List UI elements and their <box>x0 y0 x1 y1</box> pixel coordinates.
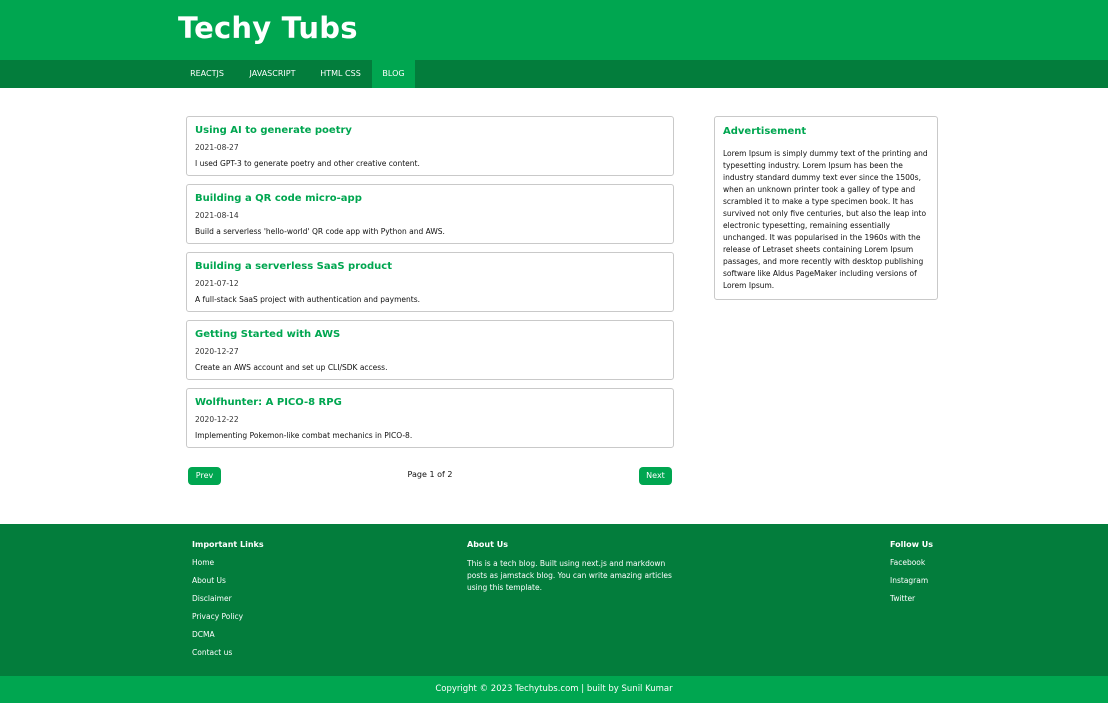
post-title[interactable]: Wolfhunter: A PICO-8 RPG <box>195 397 342 408</box>
footer-about-text: This is a tech blog. Built using next.js… <box>467 559 672 592</box>
footer-link-dcma[interactable]: DCMA <box>192 630 264 648</box>
nav-item-javascript[interactable]: JAVASCRIPT <box>236 60 309 88</box>
post-description: Create an AWS account and set up CLI/SDK… <box>195 363 388 372</box>
main-navbar: REACTJS JAVASCRIPT HTML CSS BLOG <box>0 60 1108 88</box>
post-title[interactable]: Getting Started with AWS <box>195 329 340 340</box>
footer-link-disclaimer[interactable]: Disclaimer <box>192 594 264 612</box>
post-description: Implementing Pokemon-like combat mechani… <box>195 431 413 440</box>
advertisement-text: Lorem Ipsum is simply dummy text of the … <box>723 149 928 290</box>
site-title[interactable]: Techy Tubs <box>178 9 358 47</box>
footer-link-home[interactable]: Home <box>192 558 264 576</box>
post-title[interactable]: Building a serverless SaaS product <box>195 261 392 272</box>
post-date: 2020-12-22 <box>195 415 239 424</box>
post-card[interactable]: Building a serverless SaaS product 2021-… <box>186 252 674 312</box>
post-card[interactable]: Wolfhunter: A PICO-8 RPG 2020-12-22 Impl… <box>186 388 674 448</box>
next-page-button[interactable]: Next <box>639 467 672 485</box>
footer-important-links: Important Links Home About Us Disclaimer… <box>192 540 264 666</box>
footer-link-twitter[interactable]: Twitter <box>890 594 933 612</box>
footer-about-heading: About Us <box>467 540 508 549</box>
nav-item-html-css[interactable]: HTML CSS <box>309 60 372 88</box>
footer-link-privacy-policy[interactable]: Privacy Policy <box>192 612 264 630</box>
footer-links-heading: Important Links <box>192 540 264 549</box>
page-indicator: Page 1 of 2 <box>407 470 453 479</box>
post-card[interactable]: Using AI to generate poetry 2021-08-27 I… <box>186 116 674 176</box>
prev-page-button[interactable]: Prev <box>188 467 221 485</box>
footer-follow-heading: Follow Us <box>890 540 934 549</box>
post-title[interactable]: Building a QR code micro-app <box>195 193 362 204</box>
site-header: Techy Tubs <box>0 0 1108 60</box>
nav-item-blog[interactable]: BLOG <box>372 60 415 88</box>
footer-link-facebook[interactable]: Facebook <box>890 558 933 576</box>
advertisement-title: Advertisement <box>723 126 807 137</box>
footer-link-about-us[interactable]: About Us <box>192 576 264 594</box>
post-card[interactable]: Getting Started with AWS 2020-12-27 Crea… <box>186 320 674 380</box>
post-description: Build a serverless 'hello-world' QR code… <box>195 227 445 236</box>
post-title[interactable]: Using AI to generate poetry <box>195 125 352 136</box>
post-date: 2021-08-14 <box>195 211 239 220</box>
post-date: 2021-08-27 <box>195 143 239 152</box>
footer-about: About Us This is a tech blog. Built usin… <box>467 540 679 594</box>
nav-item-reactjs[interactable]: REACTJS <box>178 60 236 88</box>
post-description: A full-stack SaaS project with authentic… <box>195 295 420 304</box>
post-date: 2021-07-12 <box>195 279 239 288</box>
copyright-bar: Copyright © 2023 Techytubs.com | built b… <box>0 676 1108 703</box>
footer-link-instagram[interactable]: Instagram <box>890 576 933 594</box>
footer-follow-us: Follow Us Facebook Instagram Twitter <box>890 540 933 612</box>
site-footer: Important Links Home About Us Disclaimer… <box>0 524 1108 676</box>
advertisement-box: Advertisement Lorem Ipsum is simply dumm… <box>714 116 938 300</box>
copyright-text: Copyright © 2023 Techytubs.com | built b… <box>435 684 673 694</box>
footer-link-contact-us[interactable]: Contact us <box>192 648 264 666</box>
post-card[interactable]: Building a QR code micro-app 2021-08-14 … <box>186 184 674 244</box>
post-description: I used GPT-3 to generate poetry and othe… <box>195 159 420 168</box>
post-date: 2020-12-27 <box>195 347 239 356</box>
